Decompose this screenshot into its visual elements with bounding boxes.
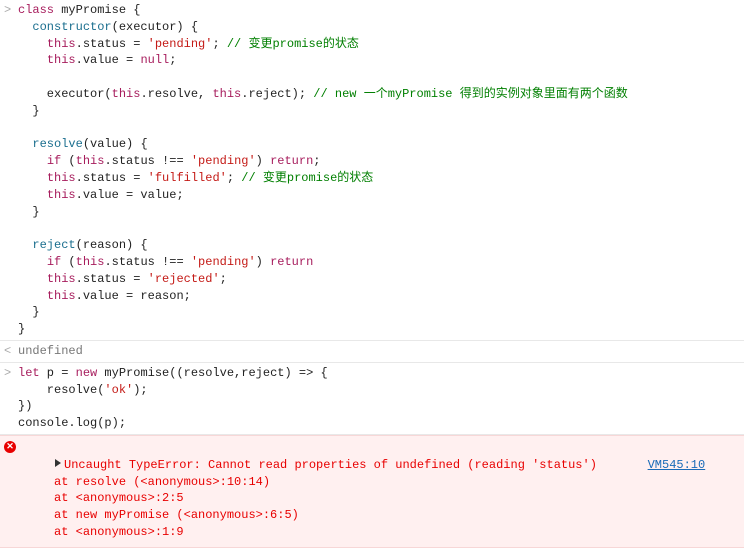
error-source-link[interactable]: VM545:10 <box>648 457 706 474</box>
input-marker: > <box>4 365 18 382</box>
code-block[interactable]: class myPromise { constructor(executor) … <box>18 2 728 338</box>
code-block[interactable]: undefined <box>18 343 728 360</box>
error-icon: ✕ <box>4 441 16 453</box>
error-message: Uncaught TypeError: Cannot read properti… <box>64 458 597 472</box>
console-input-entry: >let p = new myPromise((resolve,reject) … <box>0 363 744 435</box>
output-marker: < <box>4 343 18 360</box>
expand-arrow-icon[interactable] <box>55 459 61 467</box>
input-marker: > <box>4 2 18 19</box>
console-output-entry: <undefined <box>0 341 744 363</box>
console-output: >class myPromise { constructor(executor)… <box>0 0 744 435</box>
code-block[interactable]: let p = new myPromise((resolve,reject) =… <box>18 365 728 432</box>
error-stack: at resolve (<anonymous>:10:14) at <anony… <box>25 475 299 539</box>
console-error-entry[interactable]: ✕ Uncaught TypeError: Cannot read proper… <box>0 435 744 548</box>
console-input-entry: >class myPromise { constructor(executor)… <box>0 0 744 341</box>
